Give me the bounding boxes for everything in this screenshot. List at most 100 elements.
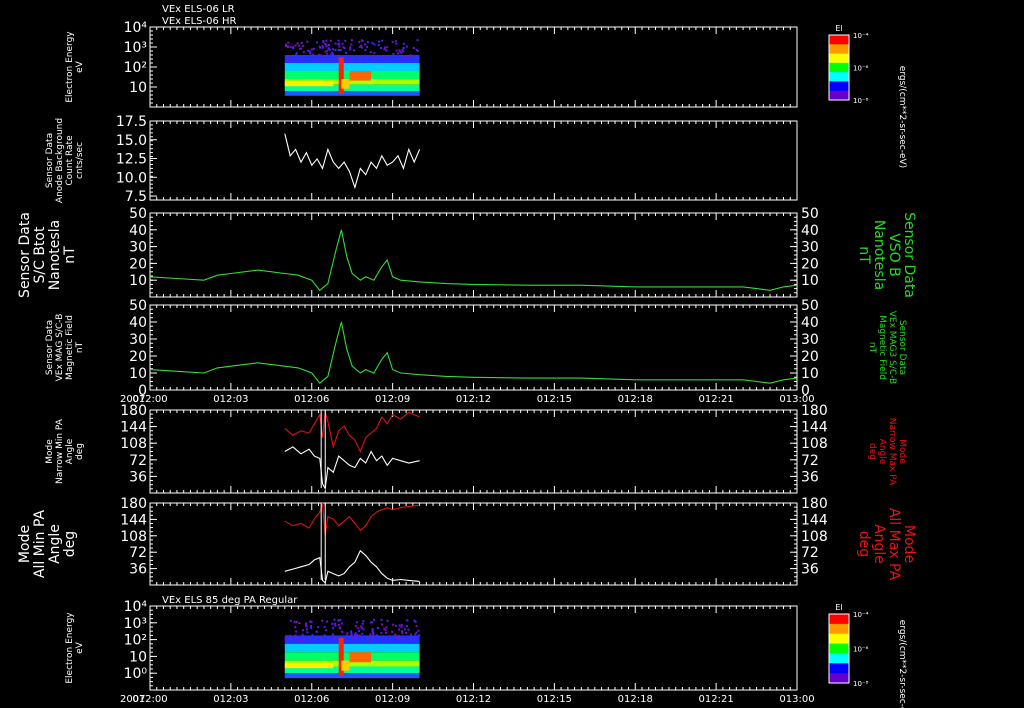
spectrogram-speckle <box>295 52 298 55</box>
y-axis-title-right: ModeNarrow Max PAAngledeg <box>867 418 907 486</box>
y-axis-title-line: nT <box>856 246 872 264</box>
series-line <box>149 229 798 292</box>
spectrogram-speckle <box>315 41 318 44</box>
spectrogram-speckle <box>391 630 394 633</box>
spectrogram-speckle <box>338 45 341 48</box>
spectrogram-speckle <box>345 634 348 637</box>
spectrogram-speckle <box>287 41 290 44</box>
x-tick-label: 013:00 <box>779 394 814 405</box>
y-tick-label: 10 <box>129 366 147 382</box>
spectrogram-speckle <box>365 45 368 48</box>
series-line <box>284 133 421 190</box>
spectrogram-speckle <box>394 40 397 43</box>
x-tick-label: 012:00 <box>132 694 167 705</box>
spectrogram-speckle <box>337 39 340 42</box>
spectrogram-speckle <box>324 50 327 53</box>
y-axis-title-line: Sensor Data <box>897 320 907 375</box>
plot-stage: VEx ELS-06 LR VEx ELS-06 HR VEx ELS 85 d… <box>17 4 917 708</box>
spectrogram-speckle <box>362 620 365 623</box>
x-tick-label: 012:09 <box>375 694 410 705</box>
instrument-label-hr: VEx ELS-06 HR <box>162 16 237 27</box>
y-tick-label: 40 <box>801 315 819 331</box>
x-tick-label: 012:15 <box>537 394 572 405</box>
spectrogram-speckle <box>400 624 403 627</box>
spectrogram-speckle <box>287 45 290 48</box>
spectrogram-speckle <box>344 39 347 42</box>
spectrogram-speckle <box>351 639 354 642</box>
spectrogram-speckle <box>353 49 356 52</box>
y-axis-title-line: All Min PA <box>32 509 48 578</box>
spectrogram-speckle <box>337 43 340 46</box>
y-tick-label: 108 <box>120 436 147 452</box>
y-tick-label: 7.5 <box>125 189 147 205</box>
spectrogram-speckle <box>407 628 410 631</box>
panel-p7: 10⁴10³10²1010⁰ Electron Energy eV <box>65 599 798 691</box>
spectrogram-speckle <box>340 622 343 625</box>
spectrogram-speckle <box>310 48 313 51</box>
y-axis-title-line: All Max PA <box>886 508 902 581</box>
y-axis-title-right: ModeAll Max PAAngledeg <box>856 508 917 581</box>
panel-frame <box>149 409 798 494</box>
colorbar-swatch <box>829 673 849 684</box>
y-axis-title-line: Mode <box>45 439 55 464</box>
y-tick-label: 180 <box>120 403 147 419</box>
y-tick-label: 36 <box>129 562 147 578</box>
colorbar-units: ergs/(cm**2-sr-sec-eV) <box>897 620 907 708</box>
spectrogram-speckle <box>410 638 413 641</box>
colorbar-swatch <box>829 633 849 645</box>
y-axis-title: Electron Energy eV <box>65 612 85 684</box>
y-tick-label: 72 <box>129 453 147 469</box>
colorbar-swatch <box>829 62 849 73</box>
spectrogram-speckle <box>358 630 361 633</box>
y-tick-label: 72 <box>801 453 819 469</box>
y-tick-label: 180 <box>801 403 828 419</box>
spectrogram-speckle <box>364 49 367 52</box>
spectrogram-speckle <box>290 57 293 60</box>
y-axis-title-line: Mode <box>17 525 33 563</box>
spectrogram-speckle <box>380 618 383 621</box>
spectrogram-speckle <box>326 638 329 641</box>
y-tick-label: 72 <box>129 545 147 561</box>
spectrogram-speckle <box>400 626 403 629</box>
spectrogram-speckle <box>295 620 298 623</box>
spectrogram-speckle <box>385 626 388 629</box>
spectrogram-speckle <box>378 40 381 43</box>
y-axis-title-line: Electron Energy <box>65 612 75 684</box>
spectrogram-speckle <box>401 630 404 633</box>
spectrogram-speckle <box>301 639 304 642</box>
y-tick-label: 108 <box>120 529 147 545</box>
spectrogram-speckle <box>331 51 334 54</box>
spectrogram-speckle <box>302 51 305 54</box>
panel-p4: 50403020100Sensor Data VEx MAG S/C-B Magne… <box>45 298 907 399</box>
spectrogram-speckle <box>364 43 367 46</box>
spectrogram-speckle <box>286 635 289 638</box>
spectrogram-speckle <box>400 51 403 54</box>
spectrogram-speckle <box>330 58 333 61</box>
colorbar: El 10⁻⁴ 10⁻⁶ 10⁻⁸ ergs/(cm**2-sr-sec-eV) <box>828 603 907 708</box>
y-axis-title-line: deg <box>856 531 872 557</box>
spectrogram-speckle <box>296 42 299 45</box>
colorbar-tick-label: 10⁻⁴ <box>853 32 869 40</box>
spectrogram-speckle <box>350 43 353 46</box>
spectrogram-speckle <box>369 633 372 636</box>
spectrogram-speckle <box>328 56 331 59</box>
spectrogram-hotspot <box>349 652 372 663</box>
spectrogram-speckle <box>306 631 309 634</box>
x-tick-label: 012:03 <box>213 694 248 705</box>
y-axis-title: Mode All Min PA Angle deg <box>17 509 78 578</box>
spectrogram-cells <box>284 39 420 96</box>
colorbar-tick-label: 10⁻⁴ <box>853 611 869 619</box>
spectrogram-hotspot <box>341 79 350 89</box>
spectrogram-speckle <box>288 55 291 58</box>
y-tick-label: 10³ <box>124 616 147 632</box>
spectrogram-speckle <box>334 49 337 52</box>
spectrogram-speckle <box>351 637 354 640</box>
spectrogram-speckle <box>385 56 388 59</box>
spectrogram-speckle <box>402 42 405 45</box>
spectrogram-speckle <box>302 629 305 632</box>
y-axis-title: Sensor Data VEx MAG S/C-B Magnetic Field nT <box>45 314 85 382</box>
spectrogram-speckle <box>394 624 397 627</box>
colorbar-swatch <box>829 90 849 101</box>
y-axis-title-line: Sensor Data <box>901 212 917 298</box>
y-tick-label: 20 <box>129 349 147 365</box>
